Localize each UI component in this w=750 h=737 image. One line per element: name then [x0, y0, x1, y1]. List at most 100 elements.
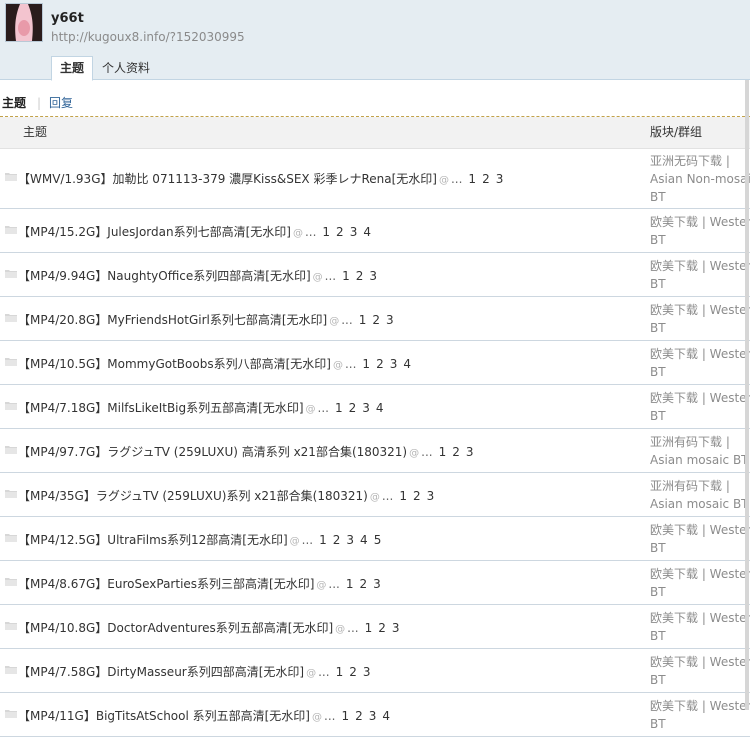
page-link[interactable]: 1	[322, 225, 330, 239]
page-link[interactable]: 2	[360, 577, 368, 591]
forum-link[interactable]: 欧美下载 | Western BT	[650, 609, 750, 645]
profile-url[interactable]: http://kugoux8.info/?152030995	[51, 30, 245, 44]
thread-title-link[interactable]: 【MP4/20.8G】MyFriendsHotGirl系列七部高清[无水印]	[18, 313, 327, 327]
forum-link[interactable]: 欧美下载 | Western BT	[650, 653, 750, 689]
page-link[interactable]: 3	[466, 445, 474, 459]
thread-title-cell: 【MP4/7.18G】MilfsLikeItBig系列五部高清[无水印] @...…	[18, 399, 390, 416]
page-link[interactable]: 3	[362, 401, 370, 415]
page-link[interactable]: 4	[360, 533, 368, 547]
page-link[interactable]: 1	[362, 357, 370, 371]
page-link[interactable]: 1	[399, 489, 407, 503]
page-ellipsis: ...	[324, 269, 337, 283]
page-link[interactable]: 3	[386, 313, 394, 327]
page-link[interactable]: 2	[355, 709, 363, 723]
forum-link[interactable]: 欧美下载 | Western BT	[650, 213, 750, 249]
page-link[interactable]: 1	[319, 533, 327, 547]
forum-link[interactable]: 欧美下载 | Western BT	[650, 257, 750, 293]
page-link[interactable]: 2	[482, 172, 490, 186]
forum-name-line: BT	[650, 673, 666, 687]
page-link[interactable]: 5	[374, 533, 382, 547]
thread-title-link[interactable]: 【MP4/12.5G】UltraFilms系列12部高清[无水印]	[18, 533, 288, 547]
forum-name-line: Asian Non-mosaic	[650, 172, 750, 186]
page-ellipsis: ...	[421, 445, 433, 459]
forum-link[interactable]: 欧美下载 | Western BT	[650, 521, 750, 557]
thread-title-cell: 【MP4/15.2G】JulesJordan系列七部高清[无水印] @... 1 2 3…	[18, 223, 377, 240]
page-link[interactable]: 4	[382, 709, 390, 723]
thread-title-link[interactable]: 【MP4/35G】ラグジュTV (259LUXU)系列 x21部合集(18032…	[18, 489, 368, 503]
thread-title-link[interactable]: 【MP4/97.7G】ラグジュTV (259LUXU) 高清系列 x21部合集(…	[18, 445, 407, 459]
subnav-replies-link[interactable]: 回复	[49, 90, 73, 116]
page-link[interactable]: 1	[439, 445, 447, 459]
page-link[interactable]: 3	[346, 533, 354, 547]
forum-link[interactable]: 亚洲有码下载 | Asian mosaic BT	[650, 433, 750, 469]
page-link[interactable]: 2	[413, 489, 421, 503]
page-ellipsis: ...	[324, 709, 336, 723]
page-link[interactable]: 4	[363, 225, 371, 239]
thread-title-cell: 【MP4/9.94G】NaughtyOffice系列四部高清[无水印] @... 1…	[18, 267, 383, 284]
page-link[interactable]: 2	[349, 401, 357, 415]
page-link[interactable]: 1	[359, 313, 367, 327]
subnav-topics[interactable]: 主题	[2, 90, 26, 116]
thread-title-link[interactable]: 【MP4/11G】BigTitsAtSchool 系列五部高清[无水印]	[18, 709, 310, 723]
tab-profile[interactable]: 个人资料	[93, 56, 159, 79]
thread-title-link[interactable]: 【MP4/7.18G】MilfsLikeItBig系列五部高清[无水印]	[18, 401, 304, 415]
page-link[interactable]: 1	[341, 709, 349, 723]
avatar[interactable]	[5, 3, 43, 42]
page-link[interactable]: 3	[427, 489, 435, 503]
page-ellipsis: ...	[318, 665, 330, 679]
page-link[interactable]: 1	[468, 172, 476, 186]
forum-link[interactable]: 亚洲无码下载 | Asian Non-mosaic BT	[650, 152, 750, 206]
forum-link[interactable]: 欧美下载 | Western BT	[650, 345, 750, 381]
page-link[interactable]: 1	[335, 401, 343, 415]
attachment-icon: @	[312, 272, 323, 283]
page-link[interactable]: 3	[363, 665, 371, 679]
page-link[interactable]: 4	[403, 357, 411, 371]
thread-title-link[interactable]: 【MP4/8.67G】EuroSexParties系列三部高清[无水印]	[18, 577, 314, 591]
folder-icon	[5, 173, 17, 181]
thread-title-link[interactable]: 【WMV/1.93G】加勒比 071113-379 濃厚Kiss&SEX 彩季レ…	[18, 172, 437, 186]
thread-title-cell: 【MP4/35G】ラグジュTV (259LUXU)系列 x21部合集(18032…	[18, 487, 440, 504]
forum-link[interactable]: 欧美下载 | Western BT	[650, 565, 750, 601]
attachment-icon: @	[312, 712, 322, 723]
thread-title-link[interactable]: 【MP4/7.58G】DirtyMasseur系列四部高清[无水印]	[18, 665, 304, 679]
forum-link[interactable]: 欧美下载 | Western BT	[650, 697, 750, 733]
attachment-icon: @	[329, 316, 340, 327]
forum-link[interactable]: 欧美下载 | Western BT	[650, 301, 750, 337]
username[interactable]: y66t	[51, 11, 84, 26]
thread-title-link[interactable]: 【MP4/9.94G】NaughtyOffice系列四部高清[无水印]	[18, 269, 311, 283]
page-link[interactable]: 1	[346, 577, 354, 591]
page-link[interactable]: 3	[369, 269, 377, 283]
page-link[interactable]: 2	[376, 357, 384, 371]
page-link[interactable]: 3	[350, 225, 358, 239]
thread-title-link[interactable]: 【MP4/15.2G】JulesJordan系列七部高清[无水印]	[18, 225, 291, 239]
folder-icon	[5, 270, 17, 278]
tab-topics[interactable]: 主题	[51, 56, 94, 81]
page-link[interactable]: 3	[373, 577, 381, 591]
forum-link[interactable]: 亚洲有码下载 | Asian mosaic BT	[650, 477, 750, 513]
page-link[interactable]: 2	[372, 313, 380, 327]
page-link[interactable]: 1	[336, 665, 344, 679]
table-row: 【MP4/12.5G】UltraFilms系列12部高清[无水印] @... 1 2 3…	[0, 517, 750, 561]
attachment-icon: @	[369, 492, 380, 503]
page-link[interactable]: 2	[378, 621, 386, 635]
page-link[interactable]: 2	[452, 445, 460, 459]
forum-name-line: BT	[650, 541, 666, 555]
thread-title-link[interactable]: 【MP4/10.8G】DoctorAdventures系列五部高清[无水印]	[18, 621, 333, 635]
forum-link[interactable]: 欧美下载 | Western BT	[650, 389, 750, 425]
page-link[interactable]: 2	[356, 269, 364, 283]
page-link[interactable]: 1	[342, 269, 350, 283]
subnav-separator: |	[37, 96, 42, 110]
page-link[interactable]: 3	[392, 621, 400, 635]
page-link[interactable]: 2	[333, 533, 341, 547]
page-link[interactable]: 2	[349, 665, 357, 679]
thread-title-cell: 【MP4/8.67G】EuroSexParties系列三部高清[无水印] @...…	[18, 575, 387, 592]
page-link[interactable]: 3	[369, 709, 377, 723]
page-link[interactable]: 4	[376, 401, 384, 415]
page-link[interactable]: 2	[336, 225, 344, 239]
thread-title-link[interactable]: 【MP4/10.5G】MommyGotBoobs系列八部高清[无水印]	[18, 357, 331, 371]
profile-tabs: 主题 个人资料	[51, 56, 159, 81]
page-link[interactable]: 1	[365, 621, 373, 635]
page-link[interactable]: 3	[390, 357, 398, 371]
scrollbar[interactable]	[745, 80, 749, 710]
page-link[interactable]: 3	[496, 172, 504, 186]
